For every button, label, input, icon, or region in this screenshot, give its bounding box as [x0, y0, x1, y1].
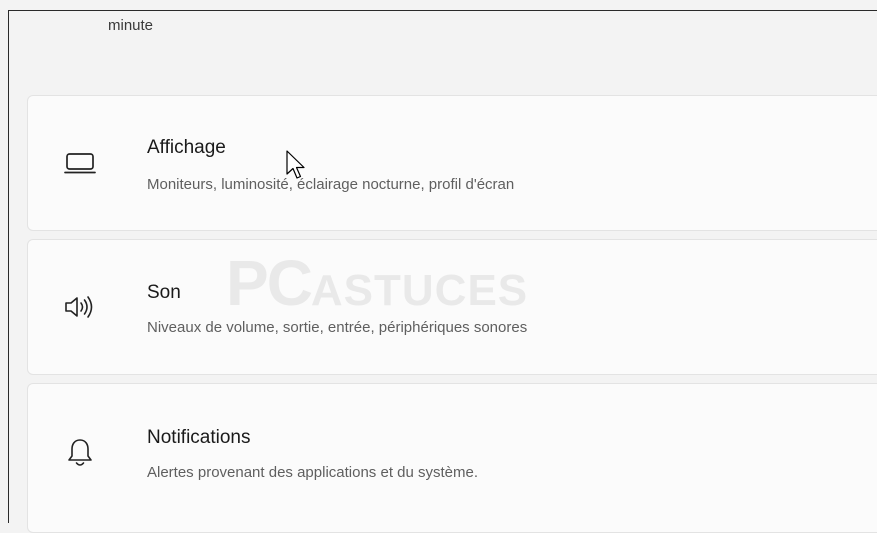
display-subtitle: Moniteurs, luminosité, éclairage nocturn… — [147, 176, 515, 193]
mouse-pointer-icon — [286, 150, 308, 187]
display-settings-card[interactable]: Affichage Moniteurs, luminosité, éclaira… — [27, 95, 877, 231]
sound-settings-card[interactable]: Son Niveaux de volume, sortie, entrée, p… — [27, 239, 877, 375]
speaker-icon — [62, 289, 98, 325]
partial-description-text: minute — [108, 17, 154, 34]
monitor-icon — [62, 145, 98, 181]
bell-icon — [62, 435, 98, 471]
notifications-settings-card[interactable]: Notifications Alertes provenant des appl… — [27, 383, 877, 533]
display-title: Affichage — [147, 137, 226, 158]
sound-title: Son — [147, 282, 181, 303]
notifications-title: Notifications — [147, 427, 251, 448]
sound-subtitle: Niveaux de volume, sortie, entrée, périp… — [147, 319, 528, 336]
notifications-subtitle: Alertes provenant des applications et du… — [147, 464, 479, 481]
